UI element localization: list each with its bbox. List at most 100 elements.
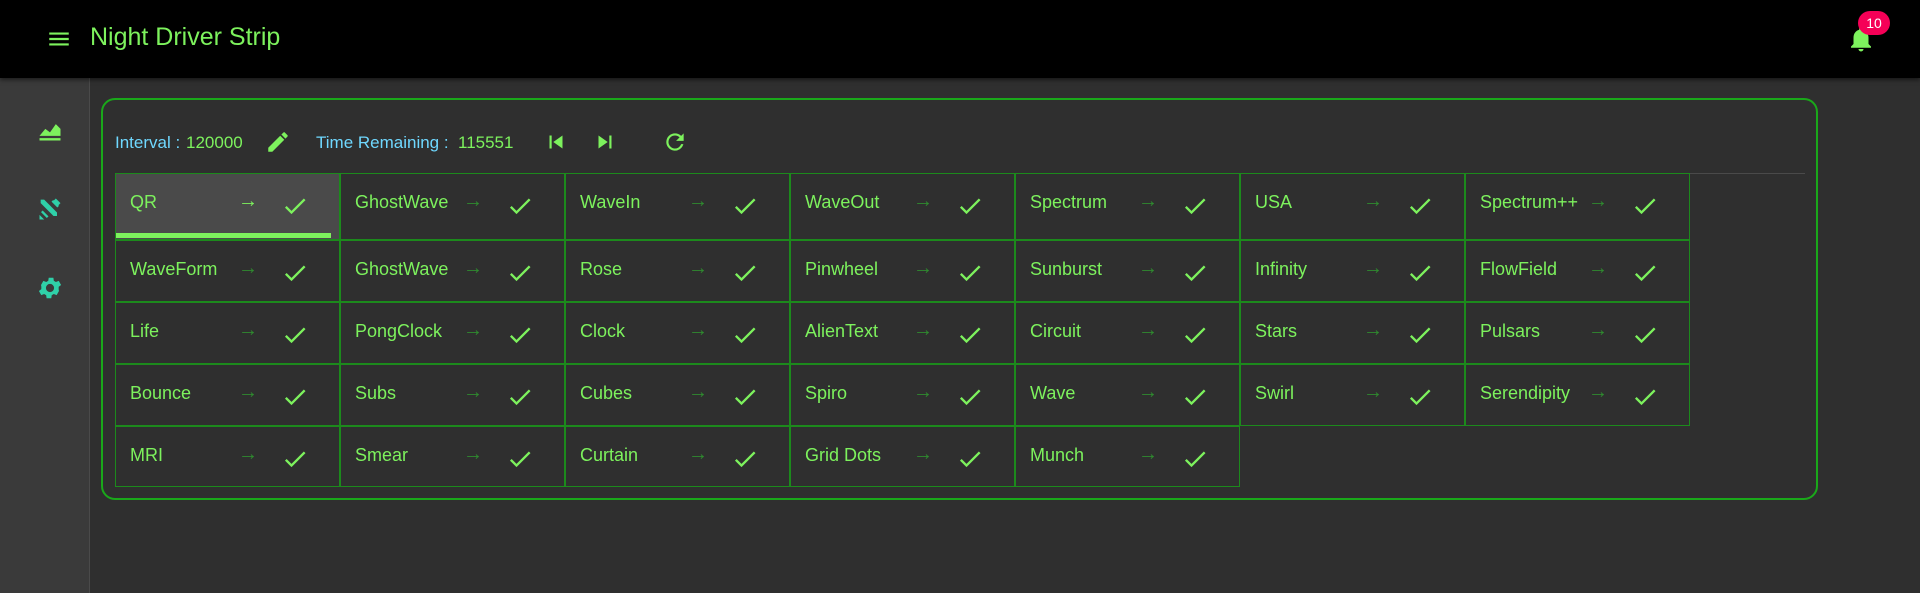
check-icon[interactable]	[1181, 321, 1209, 349]
check-icon[interactable]	[506, 445, 534, 473]
effect-cell[interactable]: Stars →	[1240, 302, 1465, 364]
arrow-right-icon[interactable]: →	[463, 443, 483, 466]
menu-icon[interactable]	[46, 26, 72, 52]
arrow-right-icon[interactable]: →	[1363, 319, 1383, 342]
effect-cell[interactable]: Smear →	[340, 426, 565, 487]
check-icon[interactable]	[1406, 259, 1434, 287]
check-icon[interactable]	[281, 321, 309, 349]
arrow-right-icon[interactable]: →	[463, 319, 483, 342]
check-icon[interactable]	[1406, 383, 1434, 411]
effect-cell[interactable]: WaveForm →	[115, 240, 340, 302]
arrow-right-icon[interactable]: →	[688, 319, 708, 342]
check-icon[interactable]	[731, 321, 759, 349]
effect-cell[interactable]: GhostWave →	[340, 173, 565, 240]
effect-cell[interactable]: PongClock →	[340, 302, 565, 364]
effect-cell[interactable]: GhostWave →	[340, 240, 565, 302]
arrow-right-icon[interactable]: →	[1588, 319, 1608, 342]
check-icon[interactable]	[1181, 259, 1209, 287]
arrow-right-icon[interactable]: →	[238, 257, 258, 280]
effect-cell[interactable]: Pinwheel →	[790, 240, 1015, 302]
effect-cell[interactable]: Circuit →	[1015, 302, 1240, 364]
arrow-right-icon[interactable]: →	[688, 443, 708, 466]
arrow-right-icon[interactable]: →	[463, 381, 483, 404]
arrow-right-icon[interactable]: →	[688, 190, 708, 213]
arrow-right-icon[interactable]: →	[1588, 381, 1608, 404]
arrow-right-icon[interactable]: →	[238, 381, 258, 404]
effect-cell[interactable]: Life →	[115, 302, 340, 364]
effect-cell[interactable]: Wave →	[1015, 364, 1240, 426]
check-icon[interactable]	[281, 445, 309, 473]
check-icon[interactable]	[506, 321, 534, 349]
check-icon[interactable]	[956, 259, 984, 287]
effect-cell[interactable]: Rose →	[565, 240, 790, 302]
arrow-right-icon[interactable]: →	[463, 190, 483, 213]
effect-cell[interactable]: Spectrum →	[1015, 173, 1240, 240]
effect-cell[interactable]: Bounce →	[115, 364, 340, 426]
effect-cell[interactable]: Serendipity →	[1465, 364, 1690, 426]
arrow-right-icon[interactable]: →	[1138, 319, 1158, 342]
effect-cell[interactable]: FlowField →	[1465, 240, 1690, 302]
check-icon[interactable]	[731, 383, 759, 411]
effect-cell[interactable]: Pulsars →	[1465, 302, 1690, 364]
check-icon[interactable]	[1181, 383, 1209, 411]
arrow-right-icon[interactable]: →	[913, 257, 933, 280]
check-icon[interactable]	[1631, 259, 1659, 287]
check-icon[interactable]	[281, 192, 309, 220]
gear-icon[interactable]	[36, 274, 64, 302]
effect-cell[interactable]: WaveOut →	[790, 173, 1015, 240]
arrow-right-icon[interactable]: →	[913, 381, 933, 404]
check-icon[interactable]	[506, 259, 534, 287]
check-icon[interactable]	[956, 445, 984, 473]
check-icon[interactable]	[1631, 383, 1659, 411]
effect-cell[interactable]: Sunburst →	[1015, 240, 1240, 302]
chart-icon[interactable]	[36, 116, 64, 144]
check-icon[interactable]	[731, 259, 759, 287]
check-icon[interactable]	[1406, 321, 1434, 349]
effect-cell[interactable]: MRI →	[115, 426, 340, 487]
effect-cell[interactable]: Spectrum++ →	[1465, 173, 1690, 240]
check-icon[interactable]	[281, 259, 309, 287]
arrow-right-icon[interactable]: →	[1138, 257, 1158, 280]
skip-next-icon[interactable]	[592, 129, 618, 155]
effect-cell[interactable]: Munch →	[1015, 426, 1240, 487]
effect-cell[interactable]: Curtain →	[565, 426, 790, 487]
arrow-right-icon[interactable]: →	[1363, 190, 1383, 213]
arrow-right-icon[interactable]: →	[913, 319, 933, 342]
arrow-right-icon[interactable]: →	[1588, 257, 1608, 280]
arrow-right-icon[interactable]: →	[688, 381, 708, 404]
arrow-right-icon[interactable]: →	[1138, 190, 1158, 213]
check-icon[interactable]	[956, 321, 984, 349]
effect-cell[interactable]: Swirl →	[1240, 364, 1465, 426]
arrow-right-icon[interactable]: →	[1363, 257, 1383, 280]
arrow-right-icon[interactable]: →	[688, 257, 708, 280]
effect-cell[interactable]: Clock →	[565, 302, 790, 364]
skip-previous-icon[interactable]	[543, 129, 569, 155]
arrow-right-icon[interactable]: →	[1588, 190, 1608, 213]
arrow-right-icon[interactable]: →	[238, 190, 258, 213]
arrow-right-icon[interactable]: →	[913, 190, 933, 213]
edit-icon[interactable]	[265, 129, 291, 155]
arrow-right-icon[interactable]: →	[1363, 381, 1383, 404]
arrow-right-icon[interactable]: →	[463, 257, 483, 280]
check-icon[interactable]	[956, 192, 984, 220]
check-icon[interactable]	[506, 192, 534, 220]
effect-cell[interactable]: Subs →	[340, 364, 565, 426]
refresh-icon[interactable]	[662, 129, 688, 155]
check-icon[interactable]	[731, 445, 759, 473]
tools-icon[interactable]	[36, 195, 64, 223]
check-icon[interactable]	[1181, 192, 1209, 220]
check-icon[interactable]	[1181, 445, 1209, 473]
check-icon[interactable]	[1631, 192, 1659, 220]
effect-cell[interactable]: Spiro →	[790, 364, 1015, 426]
check-icon[interactable]	[956, 383, 984, 411]
check-icon[interactable]	[731, 192, 759, 220]
arrow-right-icon[interactable]: →	[238, 443, 258, 466]
check-icon[interactable]	[1406, 192, 1434, 220]
check-icon[interactable]	[506, 383, 534, 411]
arrow-right-icon[interactable]: →	[238, 319, 258, 342]
check-icon[interactable]	[281, 383, 309, 411]
effect-cell[interactable]: QR →	[115, 173, 340, 240]
check-icon[interactable]	[1631, 321, 1659, 349]
arrow-right-icon[interactable]: →	[1138, 443, 1158, 466]
effect-cell[interactable]: Grid Dots →	[790, 426, 1015, 487]
